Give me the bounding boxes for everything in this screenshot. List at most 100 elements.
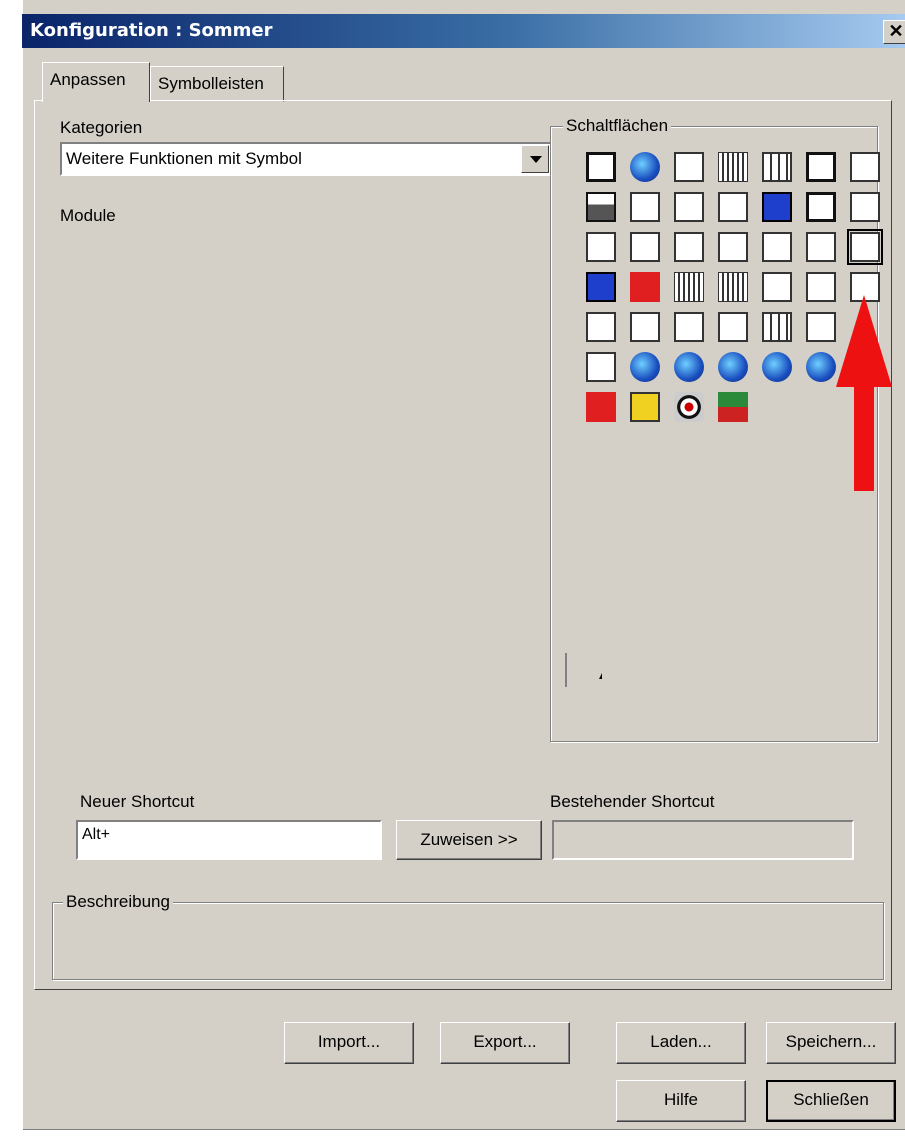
- globe-blue-2-icon-glyph: [674, 352, 704, 382]
- split-panel-icon-glyph: [718, 192, 748, 222]
- vertical-hatch-icon[interactable]: [672, 270, 706, 304]
- box-question-icon-glyph: [630, 312, 660, 342]
- pointer-stairs-icon-glyph: [762, 232, 792, 262]
- title-bar: Konfiguration : Sommer ✕: [22, 14, 905, 48]
- split-measure-icon[interactable]: [804, 270, 838, 304]
- list-panel-icon[interactable]: [672, 150, 706, 184]
- line-bar-icon[interactable]: [628, 190, 662, 224]
- red-s-icon-glyph: [586, 392, 616, 422]
- pen-line-icon-glyph: [674, 232, 704, 262]
- blue-swap-icon[interactable]: [760, 190, 794, 224]
- split-panel-icon[interactable]: [716, 190, 750, 224]
- chevron-down-icon[interactable]: [521, 145, 549, 173]
- yellow-tool-icon[interactable]: [628, 390, 662, 424]
- globe-link-icon[interactable]: [628, 150, 662, 184]
- wave-bar-icon[interactable]: [760, 270, 794, 304]
- image-edit-icon[interactable]: [847, 229, 883, 265]
- panel-icon[interactable]: [804, 310, 838, 344]
- cross-frame-icon[interactable]: [804, 190, 838, 224]
- frame-icon[interactable]: [804, 150, 838, 184]
- window-title: Konfiguration : Sommer: [30, 20, 273, 41]
- beschreibung-group: Beschreibung: [52, 892, 884, 980]
- new-shortcut-input[interactable]: Alt+: [76, 820, 382, 860]
- rotate-blue-icon-glyph: [586, 272, 616, 302]
- box-question-icon[interactable]: [628, 310, 662, 344]
- module-label: Module: [60, 206, 116, 225]
- dimension-icon-glyph: [586, 312, 616, 342]
- 3d-hatch-icon-glyph: [718, 152, 748, 182]
- cube-icon[interactable]: [584, 230, 618, 264]
- dimension-icon[interactable]: [584, 310, 618, 344]
- select-arrow-icon[interactable]: [848, 150, 882, 184]
- horizontal-hatch-icon[interactable]: [716, 270, 750, 304]
- horizontal-hatch-icon-glyph: [718, 272, 748, 302]
- frame-icon-glyph: [806, 152, 836, 182]
- export-button[interactable]: Export...: [440, 1022, 570, 1064]
- layer-bar-icon[interactable]: [672, 190, 706, 224]
- mesh-icon-glyph: [718, 312, 748, 342]
- caret-icon: [599, 673, 602, 679]
- box-link-icon-glyph: [586, 352, 616, 382]
- red-s-icon[interactable]: [584, 390, 618, 424]
- layer-bar-icon-glyph: [674, 192, 704, 222]
- paste-icon[interactable]: [848, 190, 882, 224]
- laden-button[interactable]: Laden...: [616, 1022, 746, 1064]
- globe-blue-5-icon-glyph: [806, 352, 836, 382]
- pointer-stairs-icon[interactable]: [760, 230, 794, 264]
- import-button[interactable]: Import...: [284, 1022, 414, 1064]
- grid-corner-icon[interactable]: [760, 310, 794, 344]
- rotate-icon[interactable]: [628, 230, 662, 264]
- pen-line-icon[interactable]: [672, 230, 706, 264]
- red-lines-icon[interactable]: [628, 270, 662, 304]
- cube-icon-glyph: [586, 232, 616, 262]
- globe-blue-3-icon-glyph: [718, 352, 748, 382]
- globe-link-icon-glyph: [630, 152, 660, 182]
- green-split-icon[interactable]: [716, 390, 750, 424]
- stairs-icon-glyph: [806, 232, 836, 262]
- printer-icon[interactable]: [584, 190, 618, 224]
- globe-blue-4-icon[interactable]: [760, 350, 794, 384]
- house-dollar-icon-glyph: [674, 312, 704, 342]
- tab-symbolleisten[interactable]: Symbolleisten: [150, 66, 284, 102]
- red-lines-icon-glyph: [630, 272, 660, 302]
- hilfe-button[interactable]: Hilfe: [616, 1080, 746, 1122]
- wave-bar-icon-glyph: [762, 272, 792, 302]
- blank-window-icon[interactable]: [584, 150, 618, 184]
- kategorien-dropdown[interactable]: Weitere Funktionen mit Symbol: [60, 142, 552, 176]
- schliessen-button[interactable]: Schließen: [766, 1080, 896, 1122]
- grid-icon[interactable]: [760, 150, 794, 184]
- tab-anpassen[interactable]: Anpassen: [42, 62, 150, 102]
- grid-icon-glyph: [762, 152, 792, 182]
- globe-blue-5-icon[interactable]: [804, 350, 838, 384]
- beschreibung-label: Beschreibung: [63, 892, 173, 912]
- printer-icon-glyph: [586, 192, 616, 222]
- paste-icon-glyph: [850, 192, 880, 222]
- schaltflaechen-label: Schaltflächen: [563, 116, 672, 136]
- house-dollar-icon[interactable]: [672, 310, 706, 344]
- globe-blue-2-icon[interactable]: [672, 350, 706, 384]
- red-arrow-annotation: [836, 295, 892, 491]
- panel-icon-glyph: [806, 312, 836, 342]
- target-icon-glyph: [674, 392, 704, 422]
- speichern-button[interactable]: Speichern...: [766, 1022, 896, 1064]
- yellow-tool-icon-glyph: [630, 392, 660, 422]
- box-link-icon[interactable]: [584, 350, 618, 384]
- list-panel-icon-glyph: [674, 152, 704, 182]
- globe-blue-1-icon-glyph: [630, 352, 660, 382]
- rotate-icon-glyph: [630, 232, 660, 262]
- rotate-blue-icon[interactable]: [584, 270, 618, 304]
- existing-shortcut-field[interactable]: [552, 820, 854, 860]
- cross-frame-icon-glyph: [806, 192, 836, 222]
- 3d-hatch-icon[interactable]: [716, 150, 750, 184]
- scroll-divider: [565, 653, 567, 687]
- globe-blue-3-icon[interactable]: [716, 350, 750, 384]
- assign-button[interactable]: Zuweisen >>: [396, 820, 542, 860]
- select-arrow-icon-glyph: [850, 152, 880, 182]
- measure-icon[interactable]: [716, 230, 750, 264]
- globe-blue-1-icon[interactable]: [628, 350, 662, 384]
- target-icon[interactable]: [672, 390, 706, 424]
- close-icon[interactable]: ✕: [883, 20, 905, 44]
- image-edit-icon-glyph: [850, 232, 880, 262]
- stairs-icon[interactable]: [804, 230, 838, 264]
- mesh-icon[interactable]: [716, 310, 750, 344]
